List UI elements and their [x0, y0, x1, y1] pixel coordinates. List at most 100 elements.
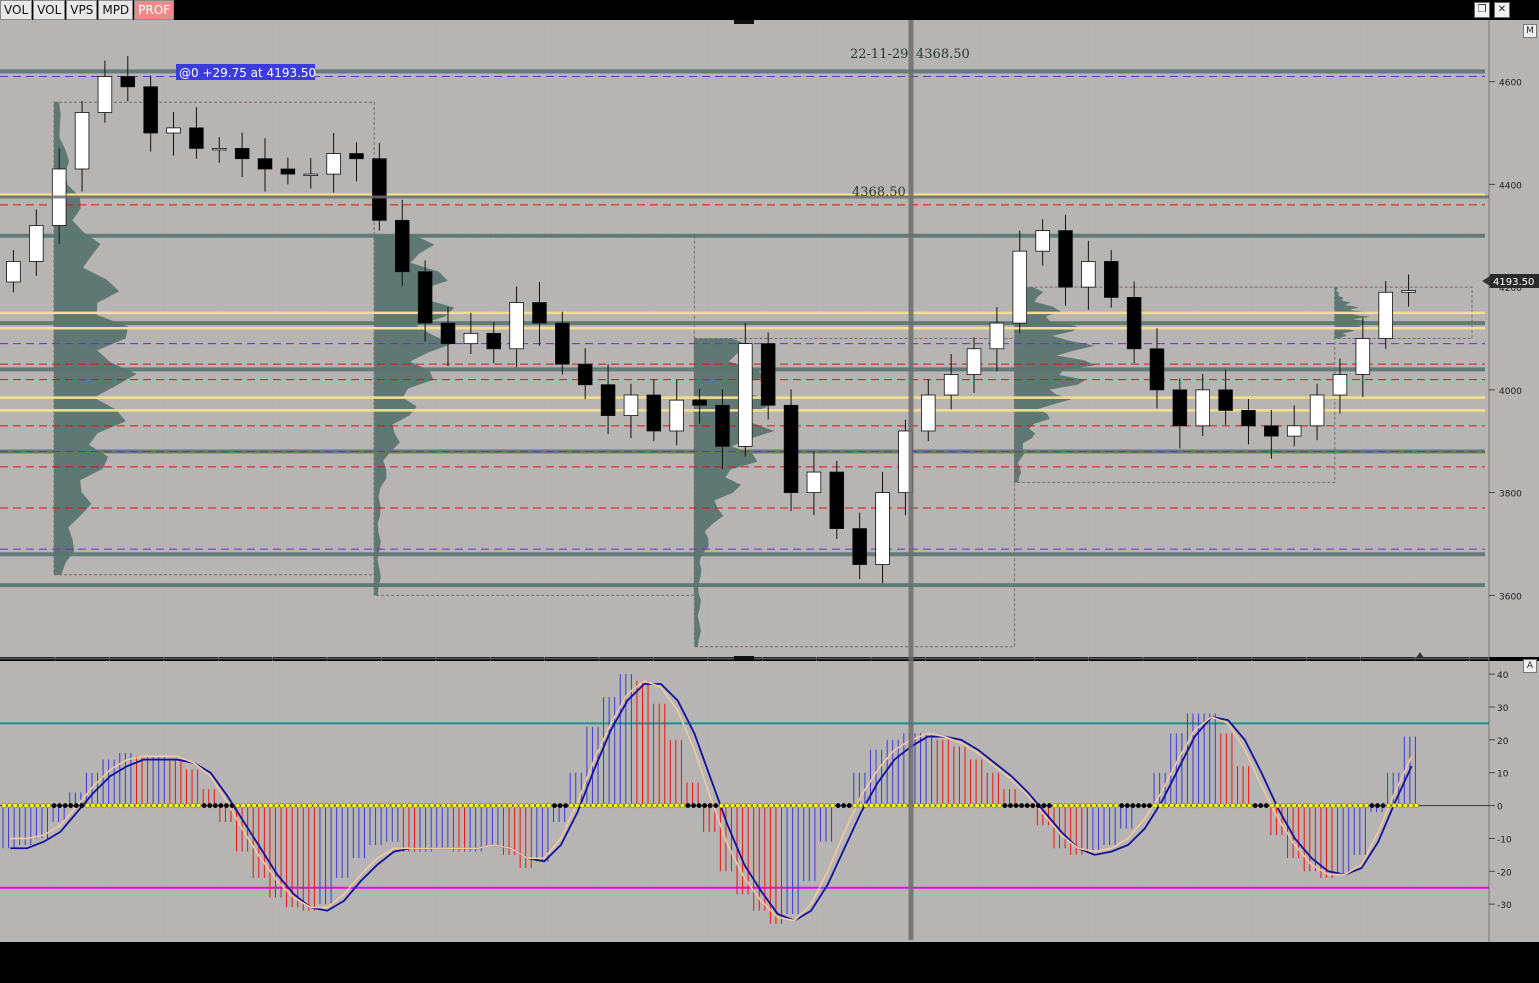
oscillator-pane-tag[interactable]: A: [1523, 659, 1537, 673]
zero-dot: [663, 803, 669, 809]
zero-dot: [746, 803, 752, 809]
zero-dot: [863, 803, 869, 809]
price-tick-label: 4400: [1499, 181, 1522, 191]
zero-dot: [1135, 803, 1141, 809]
zero-dot: [162, 803, 168, 809]
mpd-button[interactable]: MPD: [98, 0, 134, 20]
zero-dot: [1046, 803, 1052, 809]
zero-dot: [985, 803, 991, 809]
bear-candle: [486, 332, 501, 350]
zero-dot: [1, 803, 7, 809]
zero-dot: [546, 803, 552, 809]
zero-dot: [1252, 803, 1258, 809]
zero-dot: [991, 803, 997, 809]
zero-dot: [490, 803, 496, 809]
bear-candle: [143, 86, 158, 134]
bear-candle: [715, 404, 730, 447]
bear-candle: [234, 148, 250, 160]
zero-dot: [240, 803, 246, 809]
osc-tick-label: -10: [1497, 835, 1512, 845]
zero-dot: [129, 803, 135, 809]
zero-dot: [185, 803, 191, 809]
bear-candle: [257, 158, 273, 170]
zero-dot: [418, 803, 424, 809]
zero-dot: [563, 803, 569, 809]
crosshair-date-label: 22-11-29: [850, 47, 908, 62]
zero-dot: [179, 803, 185, 809]
zero-dot: [1241, 803, 1247, 809]
zero-dot: [579, 803, 585, 809]
bull-candle: [943, 374, 959, 396]
price-tick-label: 3800: [1499, 490, 1522, 500]
zero-dot: [1319, 803, 1325, 809]
zero-dot: [468, 803, 474, 809]
zero-dot: [18, 803, 24, 809]
bull-candle: [989, 322, 1005, 350]
price-pane-tag[interactable]: M: [1523, 24, 1537, 38]
chart-canvas[interactable]: 460044004200400038003600 403020100-10-20…: [0, 0, 1539, 979]
trading-chart-window[interactable]: 4600 4400 4200 4000 3800 3600 40 30 20 10 0 -10 -20…: [0, 0, 1539, 979]
zero-dot: [12, 803, 18, 809]
zero-dot: [140, 803, 146, 809]
zero-dot: [96, 803, 102, 809]
zero-dot: [1163, 803, 1169, 809]
zero-dot: [791, 803, 797, 809]
close-icon[interactable]: ✕: [1494, 2, 1510, 18]
osc-tick-label: 0: [1497, 803, 1503, 813]
bull-candle: [1355, 338, 1371, 375]
zero-dot: [618, 803, 624, 809]
zero-dot: [891, 803, 897, 809]
zero-dot: [107, 803, 113, 809]
zero-dot: [596, 803, 602, 809]
zero-dot: [1369, 803, 1375, 809]
zero-dot: [735, 803, 741, 809]
zero-dot: [346, 803, 352, 809]
bull-candle: [6, 261, 21, 283]
bull-candle: [29, 225, 44, 262]
zero-dot: [62, 803, 68, 809]
zero-dot: [529, 803, 535, 809]
zero-dot: [1235, 803, 1241, 809]
zero-dot: [741, 803, 747, 809]
crosshair-value-label: 4368.50: [916, 47, 970, 62]
zero-dot: [412, 803, 418, 809]
prof-button[interactable]: PROF: [134, 0, 175, 20]
zero-dot: [685, 803, 691, 809]
zero-dot: [146, 803, 152, 809]
zero-dot: [1358, 803, 1364, 809]
zero-dot: [729, 803, 735, 809]
zero-dot: [652, 803, 658, 809]
vol-button-2[interactable]: VOL: [33, 0, 66, 20]
zero-dot: [262, 803, 268, 809]
zero-dot: [1247, 803, 1253, 809]
zero-dot: [1035, 803, 1041, 809]
zero-dot: [774, 803, 780, 809]
bear-candle: [1149, 348, 1165, 391]
zero-dot: [1002, 803, 1008, 809]
zero-dot: [29, 803, 35, 809]
zero-dot: [1008, 803, 1014, 809]
zero-dot: [674, 803, 680, 809]
bull-candle: [463, 332, 479, 345]
vps-button[interactable]: VPS: [66, 0, 98, 20]
zero-dot: [807, 803, 813, 809]
zero-dot: [640, 803, 646, 809]
scroll-marker-top[interactable]: [734, 20, 754, 24]
zero-dot: [896, 803, 902, 809]
zero-dot: [251, 803, 257, 809]
zero-dot: [134, 803, 140, 809]
scroll-marker-mid[interactable]: [734, 656, 754, 660]
zero-dot: [57, 803, 63, 809]
zero-dot: [1158, 803, 1164, 809]
zero-dot: [457, 803, 463, 809]
restore-icon[interactable]: ❐: [1474, 2, 1490, 18]
bear-candle: [440, 322, 456, 345]
zero-dot: [802, 803, 808, 809]
zero-dot: [1119, 803, 1125, 809]
zero-dot: [118, 803, 124, 809]
vol-button-1[interactable]: VOL: [0, 0, 33, 20]
bear-candle: [692, 399, 707, 406]
zero-dot: [568, 803, 574, 809]
zero-dot: [969, 803, 975, 809]
zero-dot: [1058, 803, 1064, 809]
